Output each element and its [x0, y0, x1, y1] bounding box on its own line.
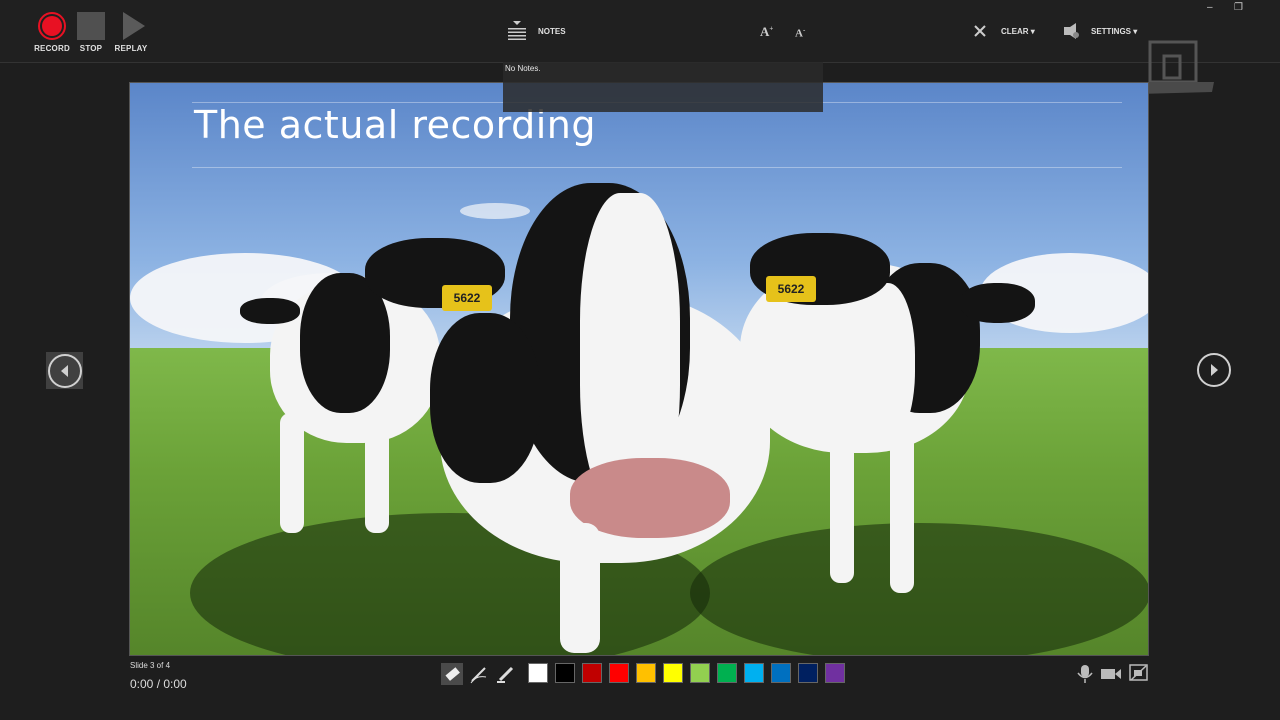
microphone-icon — [1077, 665, 1093, 683]
next-slide-button[interactable] — [1197, 353, 1231, 387]
replay-button[interactable]: REPLAY — [109, 12, 153, 53]
previous-arrow-icon — [48, 354, 82, 388]
cow-image — [365, 413, 389, 533]
ink-color-swatch[interactable] — [663, 663, 683, 683]
next-arrow-icon — [1197, 353, 1231, 387]
ear-tag: 5622 — [442, 285, 492, 311]
cow-image — [280, 413, 304, 533]
camera-preview-button[interactable] — [1129, 664, 1149, 687]
notes-panel — [503, 62, 823, 112]
eraser-icon — [445, 667, 460, 681]
camera-icon — [1101, 669, 1121, 679]
ink-color-swatch[interactable] — [744, 663, 764, 683]
cow-image — [430, 313, 540, 483]
ink-color-swatch[interactable] — [528, 663, 548, 683]
notes-text: No Notes. — [505, 64, 541, 73]
ear-tag: 5622 — [766, 276, 816, 302]
record-icon — [38, 12, 66, 40]
minimize-button[interactable]: – — [1207, 2, 1213, 13]
ink-color-swatch[interactable] — [798, 663, 818, 683]
camera-preview-icon — [1129, 664, 1148, 681]
stop-label: STOP — [79, 44, 103, 53]
cow-image — [240, 298, 300, 324]
recording-timer: 0:00 / 0:00 — [130, 677, 187, 691]
play-icon — [123, 12, 145, 40]
ink-color-swatch[interactable] — [771, 663, 791, 683]
replay-label: REPLAY — [114, 44, 148, 53]
notes-icon — [508, 21, 526, 40]
decrease-font-button[interactable]: A- — [795, 26, 805, 40]
cow-image — [890, 433, 914, 593]
restore-button[interactable]: ❐ — [1234, 2, 1243, 13]
cow-image — [960, 283, 1035, 323]
record-label: RECORD — [34, 44, 70, 53]
notes-label: NOTES — [538, 27, 566, 36]
ink-color-swatch[interactable] — [690, 663, 710, 683]
cow-image — [560, 523, 600, 653]
slide-canvas: 5622 5622 The actual recording — [129, 82, 1149, 656]
pen-button[interactable] — [468, 663, 490, 685]
record-button[interactable]: RECORD — [30, 12, 74, 53]
settings-icon — [1064, 23, 1079, 39]
ink-color-swatch[interactable] — [582, 663, 602, 683]
ink-color-swatch[interactable] — [609, 663, 629, 683]
microphone-button[interactable] — [1076, 664, 1094, 689]
ink-color-swatch[interactable] — [636, 663, 656, 683]
clear-button[interactable]: CLEAR ▾ — [972, 23, 1042, 41]
clear-label: CLEAR ▾ — [1001, 27, 1035, 36]
eraser-button[interactable] — [441, 663, 463, 685]
ink-color-swatch[interactable] — [825, 663, 845, 683]
highlighter-icon — [497, 666, 514, 683]
title-rule — [192, 167, 1122, 168]
cow-image — [855, 283, 915, 443]
cloud-image — [460, 203, 530, 219]
previous-slide-button[interactable] — [46, 352, 83, 389]
highlighter-button[interactable] — [495, 663, 517, 685]
ink-color-swatch[interactable] — [555, 663, 575, 683]
ink-color-swatch[interactable] — [717, 663, 737, 683]
notes-button[interactable]: NOTES — [507, 20, 577, 42]
increase-font-button[interactable]: A+ — [760, 24, 773, 40]
stop-button[interactable]: STOP — [69, 12, 113, 53]
settings-button[interactable]: SETTINGS ▾ — [1062, 23, 1144, 41]
shadow-image — [690, 523, 1148, 655]
settings-label: SETTINGS ▾ — [1091, 27, 1138, 36]
close-icon — [974, 25, 986, 37]
font-increase-icon: A — [760, 24, 770, 39]
recording-toolbar: RECORD STOP REPLAY NOTES A+ A- CLEAR ▾ S… — [0, 0, 1280, 63]
slide-counter: Slide 3 of 4 — [130, 661, 171, 670]
font-decrease-icon: A — [795, 27, 803, 40]
pen-icon — [470, 667, 487, 684]
cow-image — [830, 433, 854, 583]
camera-button[interactable] — [1100, 666, 1122, 687]
stop-icon — [77, 12, 105, 40]
